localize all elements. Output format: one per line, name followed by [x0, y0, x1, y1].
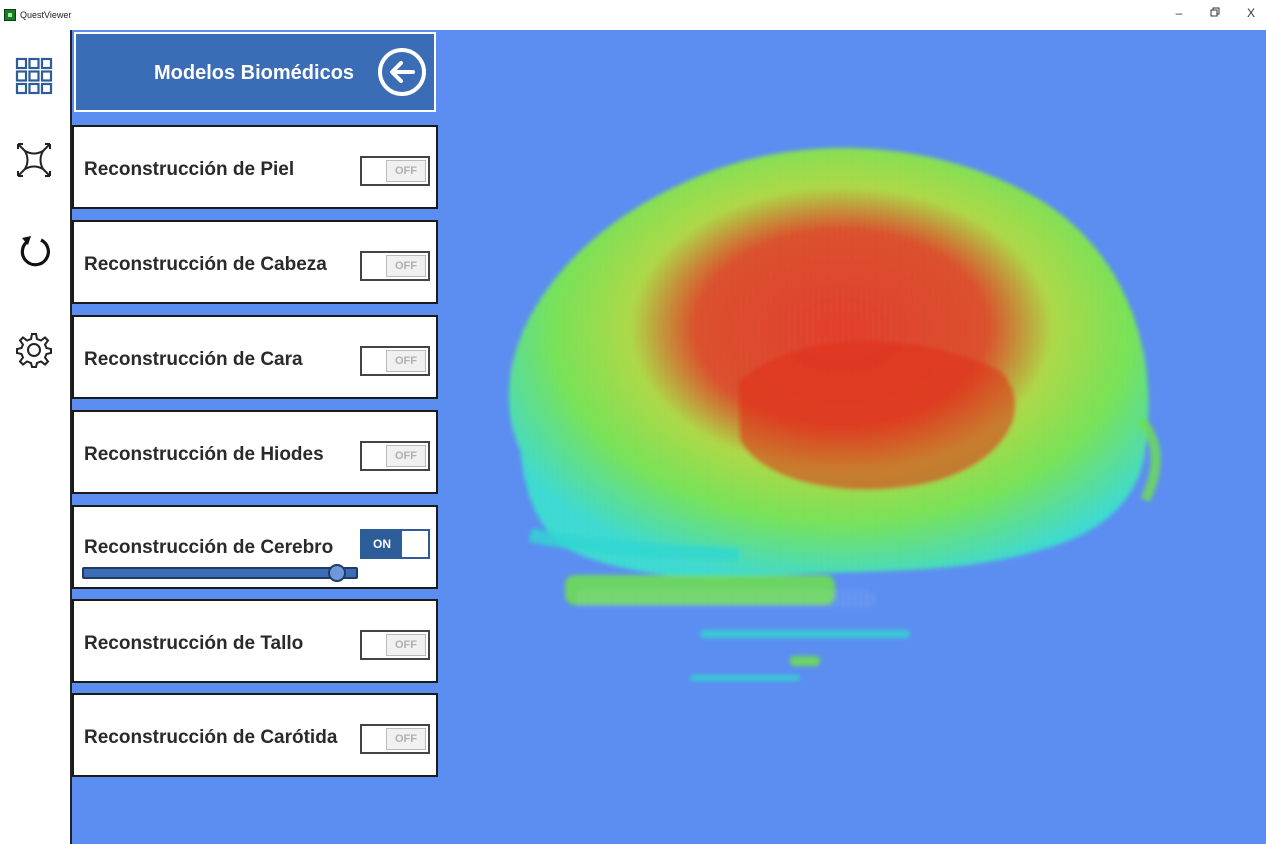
panel-header: Modelos Biomédicos	[74, 32, 436, 112]
toggle-state: OFF	[386, 255, 426, 277]
window-title: QuestViewer	[20, 10, 72, 20]
toggle-switch[interactable]: OFF	[360, 251, 430, 281]
model-label: Reconstrucción de Cara	[84, 349, 303, 370]
grid-menu-button[interactable]	[12, 54, 56, 98]
panel-title: Modelos Biomédicos	[154, 62, 355, 84]
toggle-state: ON	[362, 531, 402, 557]
model-item-piel: Reconstrucción de Piel OFF	[72, 125, 438, 209]
slider-thumb[interactable]	[327, 564, 346, 582]
toggle-state: OFF	[386, 350, 426, 372]
toggle-state: OFF	[386, 445, 426, 467]
brain-render	[508, 147, 1161, 681]
minimize-button[interactable]: –	[1172, 6, 1186, 20]
settings-button[interactable]	[12, 328, 56, 372]
model-label: Reconstrucción de Carótida	[84, 727, 338, 748]
close-button[interactable]: X	[1244, 6, 1258, 20]
reset-rotation-button[interactable]	[12, 230, 56, 274]
model-label: Reconstrucción de Piel	[84, 159, 295, 180]
model-label: Reconstrucción de Tallo	[84, 633, 304, 654]
3d-viewport[interactable]	[440, 30, 1266, 844]
restore-icon	[1210, 7, 1220, 17]
model-item-cara: Reconstrucción de Cara OFF	[72, 315, 438, 399]
toggle-switch[interactable]: OFF	[360, 630, 430, 660]
window-controls: – X	[1172, 6, 1258, 20]
model-item-carotida: Reconstrucción de Carótida OFF	[72, 693, 438, 777]
model-label: Reconstrucción de Cerebro	[84, 537, 334, 558]
grid-icon	[15, 57, 53, 95]
toggle-switch[interactable]: ON	[360, 529, 430, 559]
toggle-state: OFF	[386, 160, 426, 182]
model-label: Reconstrucción de Hiodes	[84, 444, 324, 465]
model-item-hiodes: Reconstrucción de Hiodes OFF	[72, 410, 438, 494]
app-icon	[4, 9, 16, 21]
title-bar: QuestViewer – X	[0, 0, 1266, 30]
model-item-cabeza: Reconstrucción de Cabeza OFF	[72, 220, 438, 304]
left-toolbar	[0, 30, 72, 844]
toggle-state: OFF	[386, 728, 426, 750]
toggle-switch[interactable]: OFF	[360, 441, 430, 471]
opacity-slider[interactable]	[82, 564, 358, 582]
expand-corners-icon	[17, 143, 51, 177]
toggle-state: OFF	[386, 634, 426, 656]
fit-view-button[interactable]	[12, 138, 56, 182]
restore-button[interactable]	[1208, 6, 1222, 20]
back-button[interactable]	[378, 48, 426, 96]
model-label: Reconstrucción de Cabeza	[84, 254, 327, 275]
toggle-switch[interactable]: OFF	[360, 346, 430, 376]
model-item-cerebro: Reconstrucción de Cerebro ON	[72, 505, 438, 589]
rotate-icon	[20, 236, 50, 267]
model-item-tallo: Reconstrucción de Tallo OFF	[72, 599, 438, 683]
toggle-switch[interactable]: OFF	[360, 156, 430, 186]
arrow-left-icon	[390, 61, 415, 83]
toggle-switch[interactable]: OFF	[360, 724, 430, 754]
gear-icon	[16, 333, 52, 368]
